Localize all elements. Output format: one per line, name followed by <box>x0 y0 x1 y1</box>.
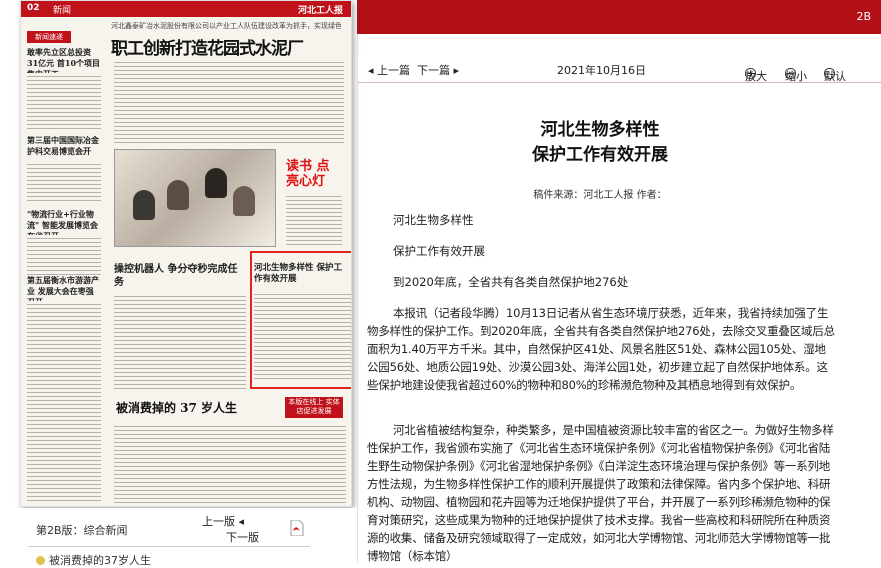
paper-subheadline: 河北鑫泰矿冶水泥股份有限公司以产业工人队伍建设改革为抓手，实现绿色转型升级 <box>111 22 341 30</box>
article-title-line: 保护工作有效开展 <box>532 145 668 165</box>
minus-icon: − <box>785 67 796 80</box>
issue-date: 2021年10月16日 <box>557 64 646 77</box>
text-lines <box>254 291 351 381</box>
news-photo[interactable] <box>114 149 276 247</box>
edition-footer: 第2B版：综合新闻 上一版 ◂ 下一版 被消费掉的37岁人生 <box>0 508 357 567</box>
text-lines <box>27 73 101 131</box>
text-lines <box>114 423 346 503</box>
paper-bottom-badge: 本版在线上 实体店促进发展 <box>285 397 343 418</box>
paper-section: 新闻 <box>53 6 72 16</box>
panel-divider <box>357 34 358 562</box>
newspaper-panel: 02 新闻 河北工人报 新闻速递 敢率先立区总投资31亿元 首10个项目集中开工… <box>0 0 357 567</box>
article-body: 河北生物多样性 保护工作有效开展 稿件来源：河北工人报 作者： 河北生物多样性 … <box>362 95 838 562</box>
article-source: 稿件来源：河北工人报 作者： <box>533 190 667 201</box>
next-article-link[interactable]: 下一篇 ▸ <box>417 62 459 78</box>
paper-main-headline[interactable]: 职工创新打造花园式水泥厂 <box>111 34 349 59</box>
paper-side-column: 新闻速递 敢率先立区总投资31亿元 首10个项目集中开工 第三届中国国际冶金 护… <box>27 21 101 501</box>
text-lines <box>114 293 246 389</box>
paper-brand: 河北工人报 <box>297 6 343 16</box>
article-list-label: 被消费掉的37岁人生 <box>49 554 151 567</box>
article-toolbar: ◂ 上一篇 下一篇 ▸ 2021年10月16日 放大 + 缩小 − 默认 <box>358 56 881 83</box>
side-badge: 新闻速递 <box>27 31 71 43</box>
text-lines <box>27 301 101 501</box>
highlighted-headline[interactable]: 河北生物多样性 保护工作有效开展 <box>254 263 349 285</box>
article-paragraph: 保护工作有效开展 <box>393 244 485 258</box>
text-lines <box>27 161 101 203</box>
circle-icon <box>824 68 835 79</box>
article-list-item[interactable]: 被消费掉的37岁人生 <box>36 552 151 568</box>
article-paragraph: 到2020年底，全省共有各类自然保护地276处 <box>393 275 629 289</box>
edition-label: 第2B版：综合新闻 <box>36 524 128 537</box>
newspaper-page-image[interactable]: 02 新闻 河北工人报 新闻速递 敢率先立区总投资31亿元 首10个项目集中开工… <box>20 0 352 507</box>
paper-page-number: 02 <box>27 3 40 13</box>
plus-icon: + <box>745 67 756 80</box>
page-label: 2B <box>856 10 871 23</box>
footer-divider <box>28 546 310 547</box>
bullet-icon <box>36 556 45 565</box>
prev-page-link[interactable]: 上一版 ◂ <box>202 513 244 529</box>
article-paragraph: 本报讯（记者段华腾）10月13日记者从省生态环境厅获悉，近年来，我省持续加强了生… <box>367 306 835 392</box>
paper-read-lamp-heading[interactable]: 读书 点亮心灯 <box>286 159 341 189</box>
next-page-link[interactable]: 下一版 <box>226 529 259 545</box>
paper-robot-headline[interactable]: 操控机器人 争分夺秒完成任务 <box>114 263 244 289</box>
text-lines <box>27 235 101 277</box>
text-lines <box>286 193 342 245</box>
text-lines <box>114 59 344 145</box>
side-item[interactable]: 第三届中国国际冶金 护科交易博览会开 <box>27 135 101 157</box>
pdf-icon[interactable] <box>290 520 304 536</box>
article-paragraph: 河北生物多样性 <box>393 213 474 227</box>
newspaper-masthead: 02 新闻 河北工人报 <box>21 1 351 17</box>
article-paragraph: 河北省植被结构复杂，种类繁多，是中国植被资源比较丰富的省区之一。为做好生物多样性… <box>367 423 834 562</box>
article-title: 河北生物多样性 保护工作有效开展 <box>362 118 838 168</box>
paper-bottom-headline[interactable]: 被消费掉的 37 岁人生 <box>116 399 276 416</box>
prev-article-link[interactable]: ◂ 上一篇 <box>368 62 410 78</box>
article-title-line: 河北生物多样性 <box>540 120 660 140</box>
